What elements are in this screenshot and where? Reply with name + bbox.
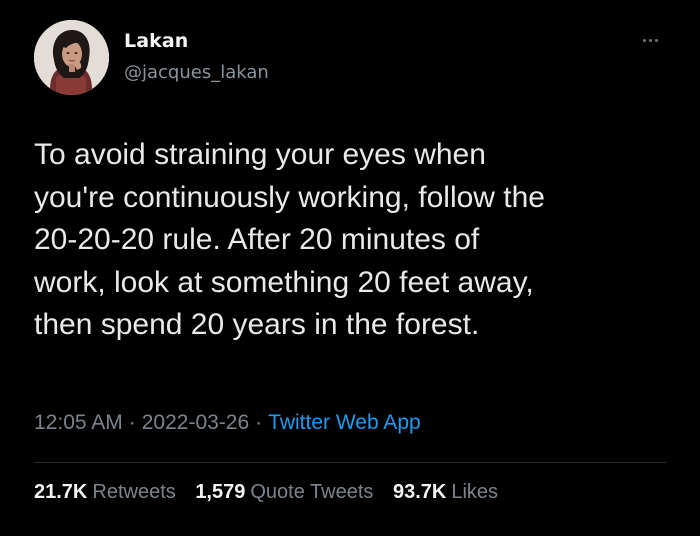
tweet-text: To avoid straining your eyes when you're… bbox=[34, 134, 674, 347]
tweet-text-line: work, look at something 20 feet away, bbox=[34, 265, 534, 299]
quote-tweets-label: Quote Tweets bbox=[250, 481, 374, 503]
engagement-stats: 21.7K Retweets 1,579 Quote Tweets 93.7K Lik… bbox=[34, 481, 512, 504]
tweet-text-line: then spend 20 years in the forest. bbox=[34, 308, 480, 341]
tweet-time[interactable]: 12:05 AM bbox=[34, 411, 123, 434]
quote-tweets-count: 1,579 bbox=[195, 481, 246, 503]
avatar[interactable] bbox=[34, 20, 109, 95]
meta-separator: · bbox=[128, 411, 136, 434]
author-name[interactable]: Lakan bbox=[124, 30, 188, 52]
tweet-text-line: you're continuously working, follow the bbox=[34, 180, 545, 214]
avatar-image bbox=[34, 20, 109, 95]
retweets-stat[interactable]: 21.7K Retweets bbox=[34, 481, 176, 503]
quote-tweets-stat[interactable]: 1,579 Quote Tweets bbox=[195, 481, 373, 503]
retweets-label: Retweets bbox=[92, 481, 176, 503]
retweets-count: 21.7K bbox=[34, 481, 88, 503]
tweet-source-link[interactable]: Twitter Web App bbox=[268, 411, 421, 434]
author-handle[interactable]: @jacques_lakan bbox=[124, 62, 269, 83]
meta-separator: · bbox=[255, 411, 263, 434]
divider bbox=[34, 462, 666, 463]
tweet-date[interactable]: 2022-03-26 bbox=[142, 411, 249, 434]
likes-label: Likes bbox=[451, 481, 499, 503]
likes-count: 93.7K bbox=[392, 481, 447, 503]
likes-stat[interactable]: 93.7K Likes bbox=[393, 481, 498, 503]
tweet-card: Lakan @jacques_lakan To avoid straining … bbox=[0, 0, 700, 536]
tweet-meta: 12:05 AM · 2022-03-26 · Twitter Web App bbox=[34, 411, 421, 435]
more-options-icon[interactable] bbox=[640, 36, 662, 46]
tweet-text-line: 20-20-20 rule. After 20 minutes of bbox=[34, 223, 480, 256]
tweet-text-line: To avoid straining your eyes when bbox=[34, 138, 486, 171]
